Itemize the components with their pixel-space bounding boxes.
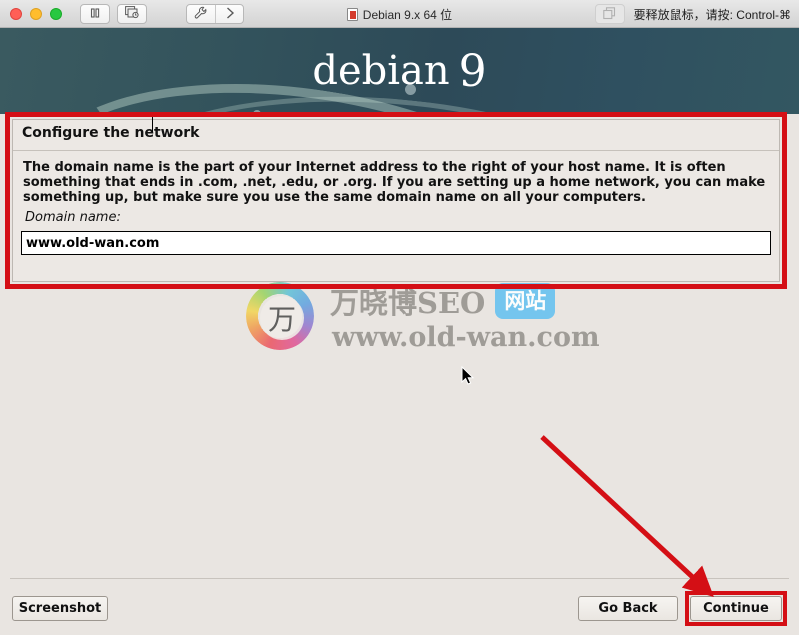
snapshot-button[interactable]	[117, 3, 147, 24]
unity-view-button[interactable]	[594, 4, 625, 24]
debian-wordmark: debian	[312, 48, 450, 94]
traffic-light-group	[10, 7, 62, 20]
debian-logo: debian 9	[0, 28, 799, 114]
debian-banner: debian 9	[0, 28, 799, 114]
window-title: Debian 9.x 64 位	[362, 7, 453, 22]
vm-settings-segment	[186, 4, 244, 24]
screenshot-button[interactable]: Screenshot	[12, 596, 108, 621]
highlight-box-continue	[685, 591, 787, 626]
watermark-logo-glyph: 万	[260, 296, 304, 340]
button-bar-divider	[10, 578, 789, 579]
windows-overlap-icon	[603, 5, 616, 24]
maximize-button[interactable]	[50, 7, 62, 20]
minimize-button[interactable]	[30, 7, 42, 20]
chevron-right-icon	[224, 5, 236, 23]
debian-version: 9	[458, 45, 487, 97]
go-back-button[interactable]: Go Back	[578, 596, 678, 621]
wrench-icon	[194, 5, 208, 23]
window-titlebar: Debian 9.x 64 位 要释放鼠标，请按: Control-⌘	[0, 0, 799, 28]
settings-button[interactable]	[187, 5, 215, 23]
titlebar-right-group: 要释放鼠标，请按: Control-⌘	[594, 0, 791, 28]
forward-button[interactable]	[215, 5, 243, 23]
mouse-pointer-cursor	[461, 366, 475, 385]
watermark-overlay: 万 万晓博SEO 网站 www.old-wan.com	[246, 280, 600, 360]
vm-toolbar-group	[80, 3, 147, 24]
watermark-url: www.old-wan.com	[332, 322, 600, 353]
pause-button[interactable]	[80, 3, 110, 24]
vm-document-icon	[346, 7, 358, 21]
pause-icon	[89, 4, 101, 23]
snapshot-icon	[125, 4, 139, 23]
mouse-release-hint: 要释放鼠标，请按: Control-⌘	[633, 7, 791, 22]
close-button[interactable]	[10, 7, 22, 20]
highlight-box-form	[5, 112, 787, 289]
